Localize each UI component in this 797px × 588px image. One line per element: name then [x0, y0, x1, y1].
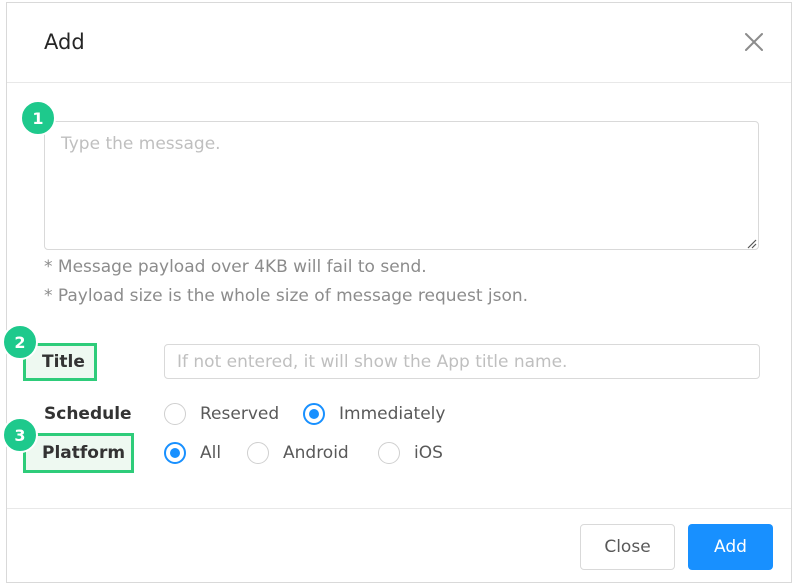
annotation-badge-1: 1 [20, 100, 56, 136]
close-button[interactable]: Close [580, 524, 675, 570]
platform-all-label[interactable]: All [200, 443, 221, 463]
annotation-badge-3: 3 [2, 417, 38, 453]
footer-divider [7, 508, 791, 509]
schedule-immediately-radio[interactable] [303, 403, 325, 425]
payload-size-note: * Payload size is the whole size of mess… [44, 286, 529, 306]
schedule-label: Schedule [44, 404, 132, 424]
platform-android-label[interactable]: Android [283, 443, 349, 463]
add-button[interactable]: Add [688, 524, 773, 570]
platform-ios-label[interactable]: iOS [414, 443, 443, 463]
annotation-badge-2: 2 [2, 324, 38, 360]
dialog-header: Add [7, 3, 791, 83]
platform-all-radio[interactable] [164, 442, 186, 464]
close-icon[interactable] [743, 31, 765, 53]
dialog-title: Add [44, 30, 85, 54]
platform-android-radio[interactable] [247, 442, 269, 464]
schedule-reserved-radio[interactable] [164, 403, 186, 425]
payload-note: * Message payload over 4KB will fail to … [44, 257, 427, 277]
resize-handle-icon[interactable] [745, 236, 757, 249]
schedule-immediately-label[interactable]: Immediately [339, 404, 445, 424]
platform-label: Platform [23, 433, 134, 473]
message-textarea[interactable] [44, 121, 759, 250]
schedule-reserved-label[interactable]: Reserved [200, 404, 279, 424]
platform-ios-radio[interactable] [378, 442, 400, 464]
title-input[interactable] [164, 344, 760, 379]
add-dialog: Add * Message payload over 4KB will fail… [6, 2, 792, 583]
